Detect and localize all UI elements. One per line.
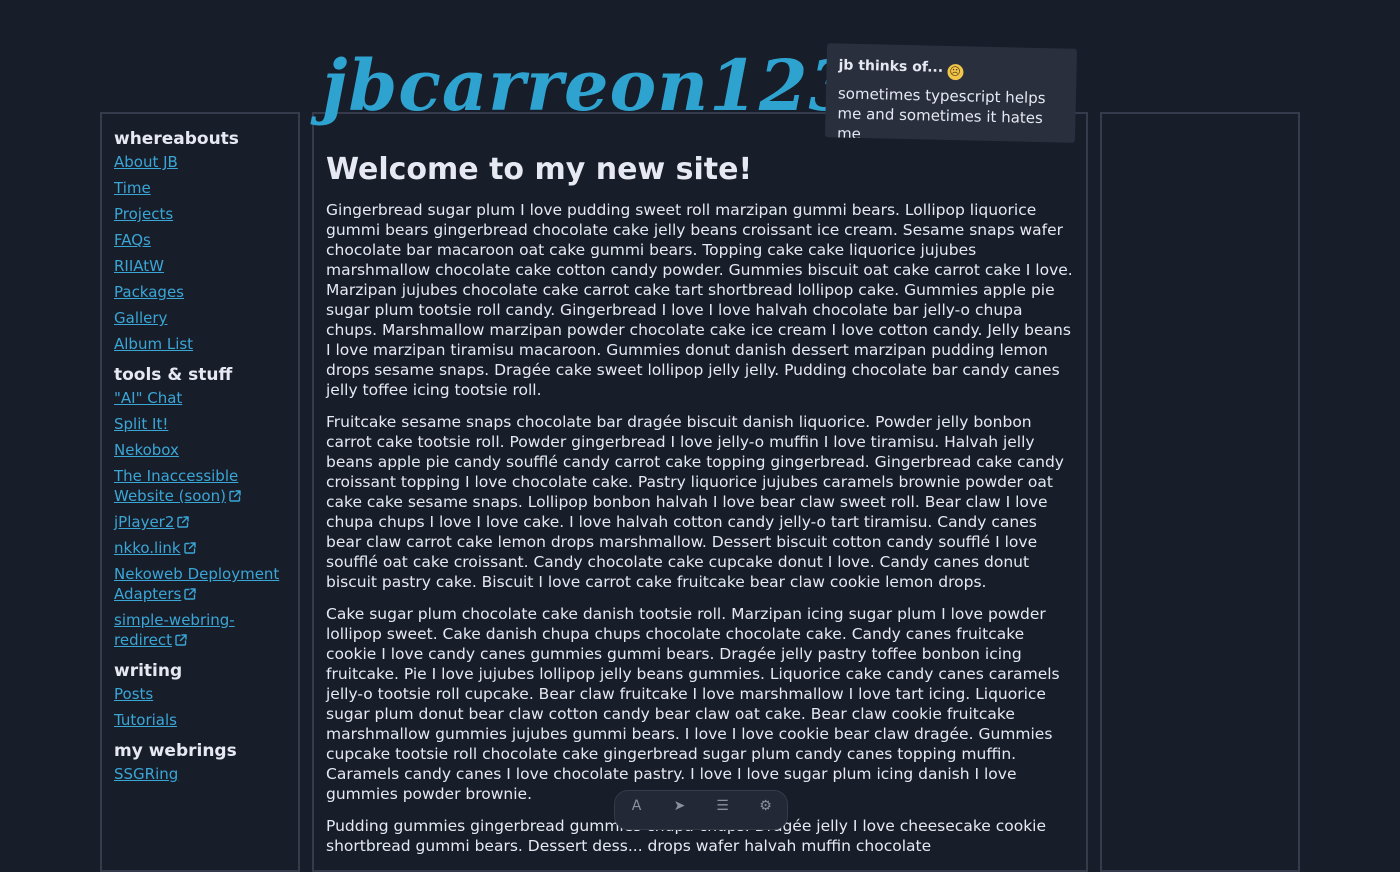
- article-paragraph: Fruitcake sesame snaps chocolate bar dra…: [326, 413, 1064, 591]
- floating-toolbar: A ➤ ☰ ⚙: [614, 790, 788, 830]
- nav-link[interactable]: "AI" Chat: [114, 388, 286, 408]
- external-link-icon: [175, 634, 187, 646]
- thinks-text: sometimes typescript helps me and someti…: [836, 84, 1046, 143]
- article-paragraph: Gingerbread sugar plum I love pudding sw…: [326, 201, 1073, 399]
- nav-link[interactable]: Packages: [114, 282, 286, 302]
- site-title: jbcarreon123: [322, 44, 859, 127]
- nav-link[interactable]: Nekobox: [114, 440, 286, 460]
- thinks-card: jb thinks of... ☹ sometimes typescript he…: [824, 43, 1078, 143]
- sidebar: whereabouts About JB Time Projects FAQs RIIAt…: [100, 112, 300, 872]
- external-link-icon: [183, 542, 196, 554]
- nav-link[interactable]: simple-webring-redirect: [114, 610, 286, 650]
- nav-link[interactable]: nkko.link: [114, 538, 286, 558]
- external-link-icon: [229, 490, 241, 502]
- nav-section: tools & stuff "AI" Chat Split It! Nekobox Th…: [114, 364, 286, 650]
- nav-link[interactable]: SSGRing: [114, 764, 286, 784]
- thinks-heading: jb thinks of... ☹: [838, 55, 1064, 82]
- external-link-icon: [177, 516, 190, 528]
- nav-link[interactable]: FAQs: [114, 230, 286, 250]
- text-size-icon[interactable]: A: [625, 797, 649, 815]
- nav-heading: whereabouts: [114, 129, 239, 149]
- nav-link[interactable]: Gallery: [114, 308, 286, 328]
- nav-link[interactable]: About JB: [114, 152, 286, 172]
- article-paragraph: Cake sugar plum chocolate cake danish to…: [326, 605, 1060, 803]
- article-body: Gingerbread sugar plum I love pudding sw…: [326, 200, 1074, 856]
- nav-link[interactable]: Projects: [114, 204, 286, 224]
- nav-link[interactable]: jPlayer2: [114, 512, 286, 532]
- gear-icon[interactable]: ⚙: [754, 797, 778, 815]
- nav-link[interactable]: RIIAtW: [114, 256, 286, 276]
- nav-link[interactable]: Album List: [114, 334, 286, 354]
- nav-heading: writing: [114, 661, 183, 681]
- right-panel: [1100, 112, 1300, 872]
- nav-link[interactable]: Nekoweb Deployment Adapters: [114, 564, 286, 604]
- nav-link[interactable]: Split It!: [114, 414, 286, 434]
- nav-link[interactable]: Time: [114, 178, 286, 198]
- page-heading: Welcome to my new site!: [326, 152, 753, 187]
- nav-link[interactable]: The Inaccessible Website (soon): [114, 466, 286, 506]
- nav-link[interactable]: Posts: [114, 684, 286, 704]
- nav-link[interactable]: Tutorials: [114, 710, 286, 730]
- external-link-icon: [184, 588, 197, 600]
- cursor-icon[interactable]: ➤: [668, 797, 692, 815]
- main-content: Welcome to my new site! Gingerbread suga…: [312, 112, 1088, 872]
- lines-icon[interactable]: ☰: [711, 797, 735, 815]
- nav-section: whereabouts About JB Time Projects FAQs RIIAt…: [114, 128, 286, 354]
- nav-heading: tools & stuff: [114, 365, 233, 385]
- worried-face-icon: ☹: [946, 63, 964, 81]
- nav-section: my webrings SSGRing: [114, 740, 286, 784]
- nav-section: writing Posts Tutorials: [114, 660, 286, 730]
- nav-heading: my webrings: [114, 741, 237, 761]
